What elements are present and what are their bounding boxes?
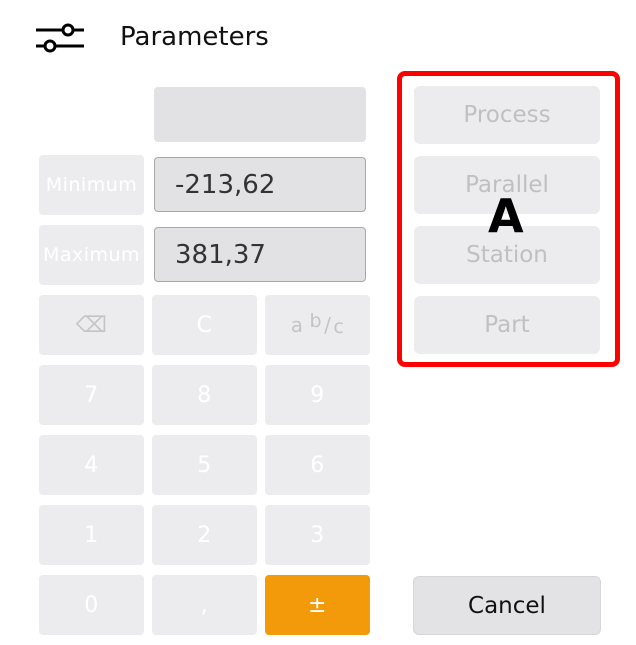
- fraction-c: c: [333, 316, 345, 338]
- key-5[interactable]: 5: [152, 435, 257, 495]
- fraction-button[interactable]: a b / c: [265, 295, 370, 355]
- key-3[interactable]: 3: [265, 505, 370, 565]
- cancel-button[interactable]: Cancel: [413, 576, 601, 635]
- fraction-b: b: [309, 310, 323, 332]
- key-4[interactable]: 4: [39, 435, 144, 495]
- value-display-field[interactable]: [154, 87, 366, 142]
- backspace-icon: ⌫: [75, 312, 108, 338]
- key-6[interactable]: 6: [265, 435, 370, 495]
- backspace-button[interactable]: ⌫: [39, 295, 144, 355]
- fraction-a: a: [290, 313, 304, 337]
- maximum-button[interactable]: Maximum: [39, 225, 144, 285]
- key-9[interactable]: 9: [265, 365, 370, 425]
- key-2[interactable]: 2: [152, 505, 257, 565]
- page-title: Parameters: [120, 22, 269, 52]
- minimum-field[interactable]: -213,62: [154, 157, 366, 212]
- sliders-icon: [34, 20, 86, 56]
- key-7[interactable]: 7: [39, 365, 144, 425]
- minimum-button[interactable]: Minimum: [39, 155, 144, 215]
- key-8[interactable]: 8: [152, 365, 257, 425]
- clear-button[interactable]: C: [152, 295, 257, 355]
- key-0[interactable]: 0: [39, 575, 144, 635]
- fraction-slash: /: [324, 313, 332, 337]
- plus-minus-button[interactable]: ±: [265, 575, 370, 635]
- maximum-field[interactable]: 381,37: [154, 227, 366, 282]
- key-1[interactable]: 1: [39, 505, 144, 565]
- annotation-label: A: [488, 189, 524, 243]
- comma-button[interactable]: ,: [152, 575, 257, 635]
